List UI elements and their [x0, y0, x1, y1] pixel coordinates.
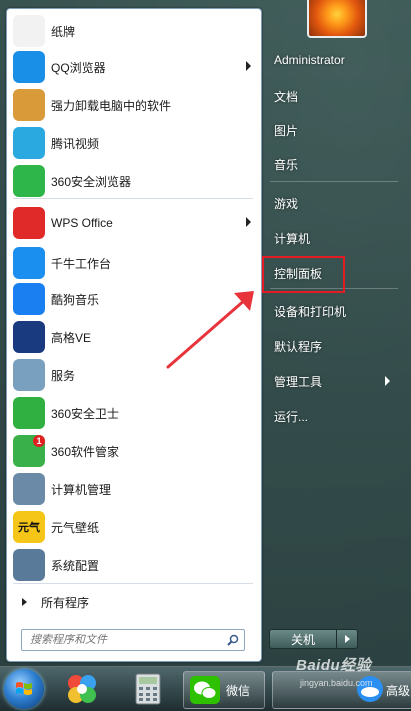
qianniu-icon — [13, 247, 45, 279]
wechat-taskbar-button[interactable]: 微信 — [183, 671, 265, 709]
shutdown-button[interactable]: 关机 — [269, 629, 337, 649]
program-item[interactable]: 纸牌 — [7, 12, 261, 50]
program-item[interactable]: QQ浏览器 — [7, 48, 261, 86]
places-label: 计算机 — [274, 231, 311, 246]
program-label: 360安全卫士 — [51, 406, 120, 421]
taskbar-app-label: 高级 — [385, 684, 410, 698]
places-label: 音乐 — [274, 157, 299, 172]
program-label: 腾讯视频 — [51, 136, 100, 151]
program-label: QQ浏览器 — [51, 60, 106, 75]
program-item[interactable]: 腾讯视频 — [7, 124, 261, 162]
program-item[interactable]: 360安全浏览器 — [7, 162, 261, 200]
program-item[interactable]: 元气 元气壁纸 — [7, 508, 261, 546]
program-label: 360软件管家 — [51, 444, 120, 459]
places-label: 设备和打印机 — [274, 304, 347, 319]
places-label: 管理工具 — [274, 374, 323, 389]
program-item[interactable]: 系统配置 — [7, 546, 261, 584]
user-picture[interactable] — [307, 0, 367, 38]
submenu-arrow-icon — [385, 376, 390, 386]
places-item[interactable]: 设备和打印机 — [266, 297, 402, 325]
search-input[interactable] — [28, 633, 224, 647]
pinwheel-app-icon[interactable] — [64, 671, 100, 707]
places-item[interactable]: 图片 — [266, 116, 402, 144]
qq-browser-icon — [13, 51, 45, 83]
places-item[interactable]: 管理工具 — [266, 367, 402, 395]
360-browser-icon — [13, 165, 45, 197]
notification-badge: 1 — [33, 435, 45, 447]
places-label: 默认程序 — [274, 339, 323, 354]
program-label: 服务 — [51, 368, 76, 383]
places-item[interactable]: 默认程序 — [266, 332, 402, 360]
search-box — [21, 629, 245, 651]
places-label: Administrator — [274, 53, 345, 67]
wps-office-icon — [13, 207, 45, 239]
program-label: 高格VE — [51, 330, 92, 345]
baidu-watermark: Baidu经验 jingyan.baidu.com — [296, 654, 386, 694]
start-button[interactable] — [4, 669, 44, 709]
places-label: 图片 — [274, 123, 299, 138]
program-item[interactable]: 强力卸载电脑中的软件 — [7, 86, 261, 124]
uninstall-box-icon — [13, 89, 45, 121]
places-label: 文档 — [274, 89, 299, 104]
calculator-icon[interactable] — [130, 671, 166, 707]
shutdown-label: 关机 — [290, 632, 315, 647]
program-label: 千牛工作台 — [51, 256, 112, 271]
submenu-arrow-icon — [246, 217, 251, 227]
kugou-music-icon — [13, 283, 45, 315]
program-label: 计算机管理 — [51, 482, 112, 497]
all-programs-button[interactable]: 所有程序 — [7, 589, 261, 615]
places-item[interactable]: 音乐 — [266, 150, 402, 178]
all-programs-label: 所有程序 — [41, 595, 90, 610]
yuanqi-wallpaper-icon: 元气 — [13, 511, 45, 543]
program-label: WPS Office — [51, 216, 113, 230]
program-label: 系统配置 — [51, 558, 100, 573]
places-label: 运行... — [274, 409, 309, 424]
control-panel-highlight-box — [262, 256, 345, 293]
program-item[interactable]: 1 360软件管家 — [7, 432, 261, 470]
program-label: 360安全浏览器 — [51, 174, 132, 189]
watermark-url: jingyan.baidu.com — [300, 678, 373, 688]
program-item[interactable]: 计算机管理 — [7, 470, 261, 508]
submenu-arrow-icon — [246, 61, 251, 71]
program-label: 纸牌 — [51, 24, 76, 39]
program-label: 强力卸载电脑中的软件 — [51, 98, 172, 113]
places-item[interactable]: Administrator — [266, 46, 402, 74]
system-config-icon — [13, 549, 45, 581]
chevron-right-icon — [22, 598, 27, 606]
program-item[interactable]: 千牛工作台 — [7, 244, 261, 282]
places-item[interactable]: 计算机 — [266, 224, 402, 252]
places-item[interactable]: 游戏 — [266, 189, 402, 217]
places-pane: Administrator 文档 图片 音乐 游戏 计算机 控制面板 设备和打印机 默认程序 管理… — [262, 40, 407, 640]
search-icon[interactable] — [224, 631, 242, 649]
watermark-brand: Baidu经验 — [296, 657, 372, 674]
360-software-manager-icon: 1 — [13, 435, 45, 467]
services-gear-icon — [13, 359, 45, 391]
gaoge-ve-icon — [13, 321, 45, 353]
wechat-label: 微信 — [226, 683, 251, 698]
windows-flag-icon — [16, 682, 32, 695]
separator — [270, 181, 398, 182]
annotation-arrow — [166, 291, 254, 369]
separator — [13, 583, 253, 584]
360-safe-icon — [13, 397, 45, 429]
wechat-icon — [190, 676, 220, 704]
solitaire-icon — [13, 15, 45, 47]
program-item[interactable]: WPS Office — [7, 204, 261, 242]
tencent-video-icon — [13, 127, 45, 159]
computer-management-icon — [13, 473, 45, 505]
places-item[interactable]: 文档 — [266, 82, 402, 110]
chevron-right-icon — [344, 635, 350, 643]
places-item[interactable]: 运行... — [266, 402, 402, 430]
program-item[interactable]: 360安全卫士 — [7, 394, 261, 432]
program-label: 酷狗音乐 — [51, 292, 100, 307]
program-label: 元气壁纸 — [51, 520, 100, 535]
separator — [13, 198, 253, 199]
shutdown-options-button[interactable] — [336, 629, 358, 649]
places-label: 游戏 — [274, 196, 299, 211]
